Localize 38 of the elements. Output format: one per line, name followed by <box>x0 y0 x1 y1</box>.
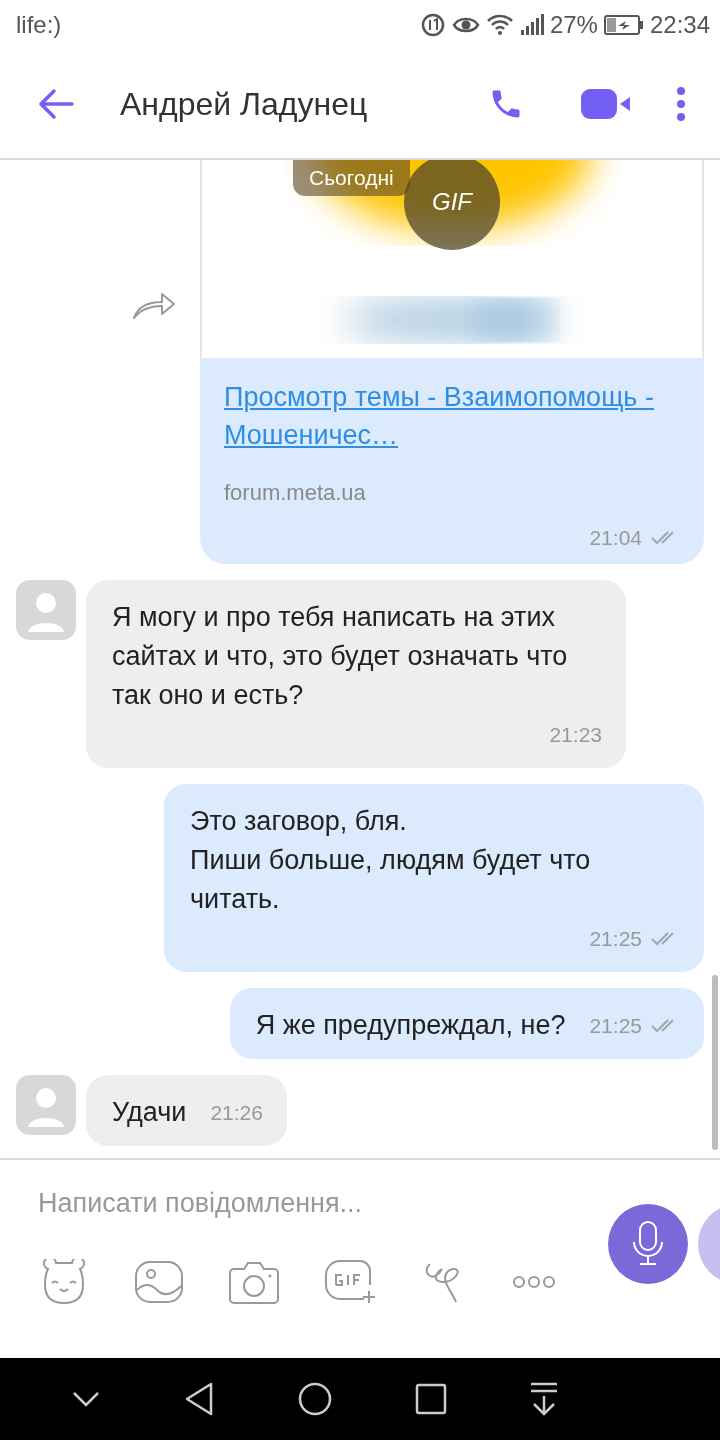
avatar[interactable] <box>16 1075 76 1135</box>
message-input[interactable]: Написати повідомлення... <box>38 1188 558 1219</box>
forward-icon[interactable] <box>132 290 176 320</box>
message-text: Я могу и про тебя написать на этих сайтах и что, это будет означать что так оно и есть? <box>112 601 569 712</box>
scrollbar[interactable] <box>712 975 718 1150</box>
more-icon[interactable] <box>512 1275 556 1289</box>
microphone-icon <box>630 1220 666 1268</box>
data-saver-icon <box>419 12 446 38</box>
message-time: 21:23 <box>549 722 602 748</box>
battery-charging-icon <box>603 15 644 35</box>
gallery-icon[interactable] <box>134 1260 184 1304</box>
link-domain: forum.meta.ua <box>224 480 367 506</box>
date-label: Сьогодні <box>293 160 410 196</box>
notification-pull-icon[interactable] <box>529 1382 559 1416</box>
avatar[interactable] <box>16 580 76 640</box>
message-time: 21:25 <box>589 1013 642 1039</box>
camera-icon[interactable] <box>228 1259 280 1305</box>
battery-percent: 27% <box>549 11 598 39</box>
carrier-name: life:) <box>16 11 62 39</box>
message-time: 21:26 <box>210 1100 263 1126</box>
back-icon[interactable] <box>183 1381 215 1417</box>
contact-name: Андрей Ладунец <box>120 85 369 123</box>
clock: 22:34 <box>649 11 710 39</box>
message-text: Это заговор, бля. Пиши больше, людям будет что читать. <box>190 805 592 916</box>
chevron-down-icon[interactable] <box>71 1389 101 1409</box>
more-menu-button[interactable] <box>676 86 686 122</box>
signal-icon <box>519 14 544 36</box>
recent-apps-icon[interactable] <box>415 1383 447 1415</box>
link-title[interactable]: Просмотр темы - Взаимопомощь - Мошеничес… <box>224 378 680 454</box>
message-time: 21:04 <box>589 526 642 550</box>
message-text: Я же предупреждал, не? <box>255 1009 566 1042</box>
wifi-icon <box>485 13 514 37</box>
back-button[interactable] <box>36 87 76 121</box>
video-call-button[interactable] <box>580 88 632 120</box>
message-time: 21:25 <box>589 926 642 952</box>
message-text: Удачи <box>112 1096 187 1129</box>
home-icon[interactable] <box>297 1381 333 1417</box>
gif-add-icon[interactable] <box>324 1259 378 1305</box>
